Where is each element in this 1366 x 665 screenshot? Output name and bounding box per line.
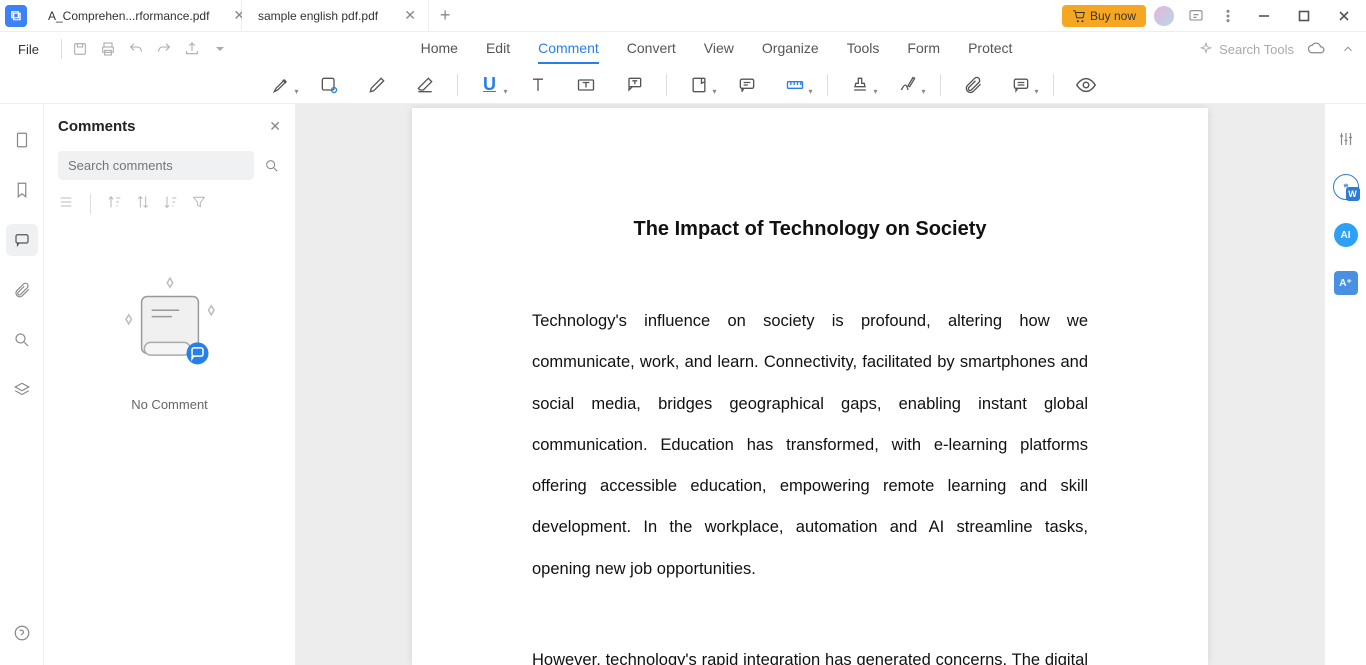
note-icon[interactable]: ▾	[679, 70, 719, 100]
close-panel-icon[interactable]: ✕	[269, 118, 281, 135]
search-comments-input[interactable]	[58, 151, 254, 180]
highlighter-icon[interactable]: ▾	[261, 70, 301, 100]
redo-icon[interactable]	[150, 35, 178, 63]
eraser-icon[interactable]	[405, 70, 445, 100]
save-icon[interactable]	[66, 35, 94, 63]
search-panel-icon[interactable]	[6, 324, 38, 356]
search-tools-placeholder: Search Tools	[1219, 42, 1294, 57]
share-icon[interactable]	[178, 35, 206, 63]
measure-icon[interactable]: ▾	[775, 70, 815, 100]
maximize-button[interactable]	[1286, 2, 1322, 30]
buy-now-label: Buy now	[1090, 9, 1136, 23]
main-area: Comments ✕ No Comment	[0, 104, 1366, 665]
user-avatar[interactable]	[1150, 2, 1178, 30]
underline-icon[interactable]: U▾	[470, 70, 510, 100]
stamp-icon[interactable]: ▾	[840, 70, 880, 100]
dropdown-icon[interactable]	[206, 35, 234, 63]
add-tab-button[interactable]: +	[429, 0, 461, 31]
tab-label: A_Comprehen...rformance.pdf	[48, 9, 209, 23]
more-options-icon[interactable]	[1214, 2, 1242, 30]
menu-form[interactable]: Form	[907, 34, 940, 64]
comments-panel-icon[interactable]	[6, 224, 38, 256]
attachment-icon[interactable]	[953, 70, 993, 100]
callout-icon[interactable]	[614, 70, 654, 100]
area-highlight-icon[interactable]	[309, 70, 349, 100]
help-icon[interactable]	[6, 617, 38, 649]
ai-assistant-icon[interactable]: AI	[1331, 220, 1361, 250]
attachments-panel-icon[interactable]	[6, 274, 38, 306]
collapse-ribbon-icon[interactable]	[1334, 35, 1362, 63]
menu-organize[interactable]: Organize	[762, 34, 819, 64]
document-title: The Impact of Technology on Society	[532, 218, 1088, 241]
cloud-sync-icon[interactable]	[1302, 35, 1330, 63]
comment-filters	[58, 190, 281, 219]
document-viewport[interactable]: The Impact of Technology on Society Tech…	[296, 104, 1324, 665]
document-paragraph-1: Technology's influence on society is pro…	[532, 301, 1088, 590]
bookmarks-icon[interactable]	[6, 174, 38, 206]
text-icon[interactable]	[518, 70, 558, 100]
textbox-icon[interactable]	[566, 70, 606, 100]
undo-icon[interactable]	[122, 35, 150, 63]
filter-icon[interactable]	[191, 194, 207, 215]
comment-bubble-icon[interactable]	[727, 70, 767, 100]
menu-view[interactable]: View	[704, 34, 734, 64]
close-icon[interactable]: ✕	[402, 8, 418, 24]
document-paragraph-2: However, technology's rapid integration …	[532, 640, 1088, 665]
tab-label: sample english pdf.pdf	[258, 9, 378, 23]
main-menu: Home Edit Comment Convert View Organize …	[234, 34, 1199, 64]
titlebar-actions: Buy now	[1062, 2, 1366, 30]
close-window-button[interactable]	[1326, 2, 1362, 30]
thumbnails-icon[interactable]	[6, 124, 38, 156]
menu-edit[interactable]: Edit	[486, 34, 510, 64]
titlebar: ⧉ A_Comprehen...rformance.pdf ✕ sample e…	[0, 0, 1366, 32]
manage-comments-icon[interactable]: ▾	[1001, 70, 1041, 100]
minimize-button[interactable]	[1246, 2, 1282, 30]
print-icon[interactable]	[94, 35, 122, 63]
search-icon[interactable]	[262, 158, 281, 174]
export-word-icon[interactable]	[1331, 172, 1361, 202]
tab-document-2[interactable]: sample english pdf.pdf ✕	[242, 0, 429, 31]
menu-tools[interactable]: Tools	[847, 34, 880, 64]
menu-convert[interactable]: Convert	[627, 34, 676, 64]
file-menu[interactable]: File	[0, 42, 57, 57]
menubar: File Home Edit Comment Convert View Orga…	[0, 32, 1366, 66]
menu-comment[interactable]: Comment	[538, 34, 599, 64]
pdf-page: The Impact of Technology on Society Tech…	[412, 108, 1208, 665]
comments-panel: Comments ✕ No Comment	[44, 104, 296, 665]
app-logo: ⧉	[0, 0, 32, 32]
expand-all-icon[interactable]	[58, 194, 74, 215]
properties-icon[interactable]	[1331, 124, 1361, 154]
sparkle-icon	[1199, 42, 1213, 56]
panel-title: Comments	[58, 118, 136, 135]
sort-page-icon[interactable]	[135, 194, 151, 215]
sort-az-icon[interactable]	[107, 194, 123, 215]
layers-icon[interactable]	[6, 374, 38, 406]
empty-state: No Comment	[58, 219, 281, 665]
pencil-icon[interactable]	[357, 70, 397, 100]
translate-icon[interactable]: A⁺	[1331, 268, 1361, 298]
menu-home[interactable]: Home	[421, 34, 458, 64]
comment-ribbon: ▾ U▾ ▾ ▾ ▾ ▾ ▾	[0, 66, 1366, 104]
empty-state-icon	[115, 269, 225, 379]
cart-icon	[1072, 9, 1086, 23]
document-tabs: A_Comprehen...rformance.pdf ✕ sample eng…	[32, 0, 1062, 31]
menu-protect[interactable]: Protect	[968, 34, 1012, 64]
hide-comments-icon[interactable]	[1066, 70, 1106, 100]
sort-type-icon[interactable]	[163, 194, 179, 215]
search-tools[interactable]: Search Tools	[1199, 42, 1302, 57]
chat-icon[interactable]	[1182, 2, 1210, 30]
empty-state-text: No Comment	[131, 397, 208, 412]
signature-icon[interactable]: ▾	[888, 70, 928, 100]
left-sidebar	[0, 104, 44, 665]
right-sidebar: AI A⁺	[1324, 104, 1366, 665]
tab-document-1[interactable]: A_Comprehen...rformance.pdf ✕	[32, 0, 242, 31]
buy-now-button[interactable]: Buy now	[1062, 5, 1146, 27]
